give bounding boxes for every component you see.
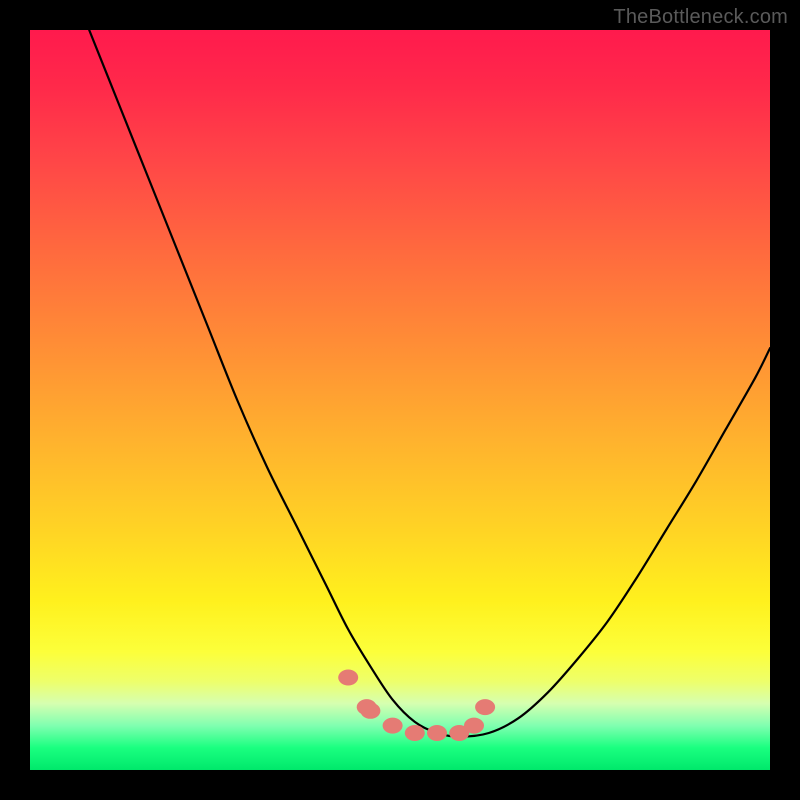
bottleneck-curve: [89, 30, 770, 737]
marker-dot: [383, 718, 403, 734]
plot-area: [30, 30, 770, 770]
curve-layer: [30, 30, 770, 770]
marker-dot: [405, 725, 425, 741]
marker-dot: [360, 703, 380, 719]
marker-dot: [427, 725, 447, 741]
watermark-text: TheBottleneck.com: [613, 6, 788, 29]
bottom-markers: [338, 670, 495, 742]
chart-frame: TheBottleneck.com: [0, 0, 800, 800]
marker-dot: [475, 699, 495, 715]
marker-dot: [338, 670, 358, 686]
marker-dot: [464, 718, 484, 734]
